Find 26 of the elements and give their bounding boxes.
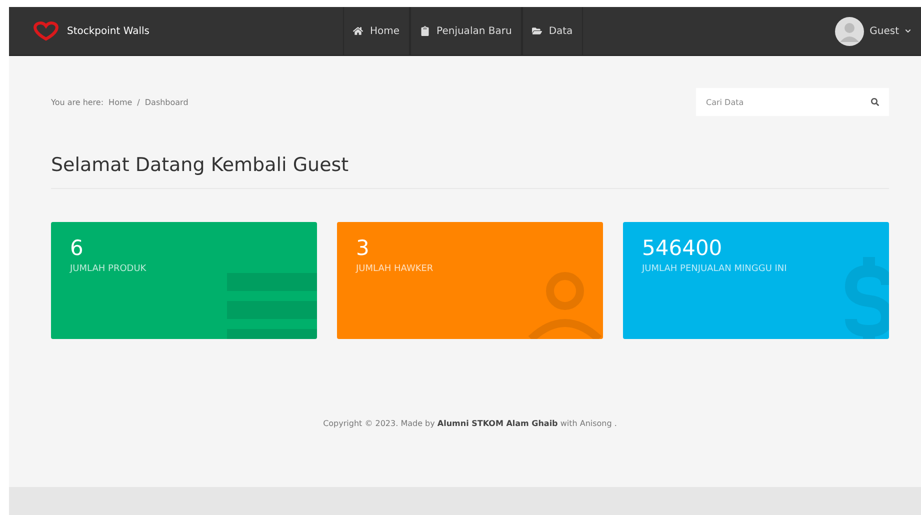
stat-label: JUMLAH PENJUALAN MINGGU INI [642, 264, 788, 274]
caret-icon [905, 28, 911, 34]
nav-link[interactable]: Data [522, 7, 583, 55]
logo-icon [33, 21, 59, 41]
breadcrumb-link[interactable]: Dashboard [144, 98, 188, 106]
breadcrumb-link[interactable]: Home [108, 98, 132, 106]
stat-value: 3 [356, 236, 370, 260]
search-icon[interactable] [871, 98, 879, 106]
folder-icon [532, 26, 542, 36]
clipboard-icon [420, 26, 430, 36]
home-icon [353, 26, 363, 36]
avatar-icon [834, 16, 864, 46]
search-field[interactable]: Cari Data [696, 88, 889, 116]
stat-value: 6 [70, 236, 84, 260]
nav-link[interactable]: Home [343, 7, 410, 55]
brand-name: Stockpoint Walls [67, 26, 150, 36]
stat-value: 546400 [642, 236, 724, 260]
stat-label: JUMLAH PRODUK [70, 264, 148, 274]
page-heading: Selamat Datang Kembali Guest [51, 154, 889, 189]
nav-link[interactable]: Penjualan Baru [410, 7, 522, 55]
stat-label: JUMLAH HAWKER [356, 264, 434, 274]
copyright-text: Copyright © 2023. Made by Alumni STKOM Alam Ghaib with Anisong . [323, 419, 617, 428]
user-menu[interactable]: Guest [834, 16, 911, 46]
breadcrumb-separator: / [137, 98, 140, 106]
user-icon [527, 271, 603, 339]
breadcrumb-label: You are here: [51, 98, 104, 106]
